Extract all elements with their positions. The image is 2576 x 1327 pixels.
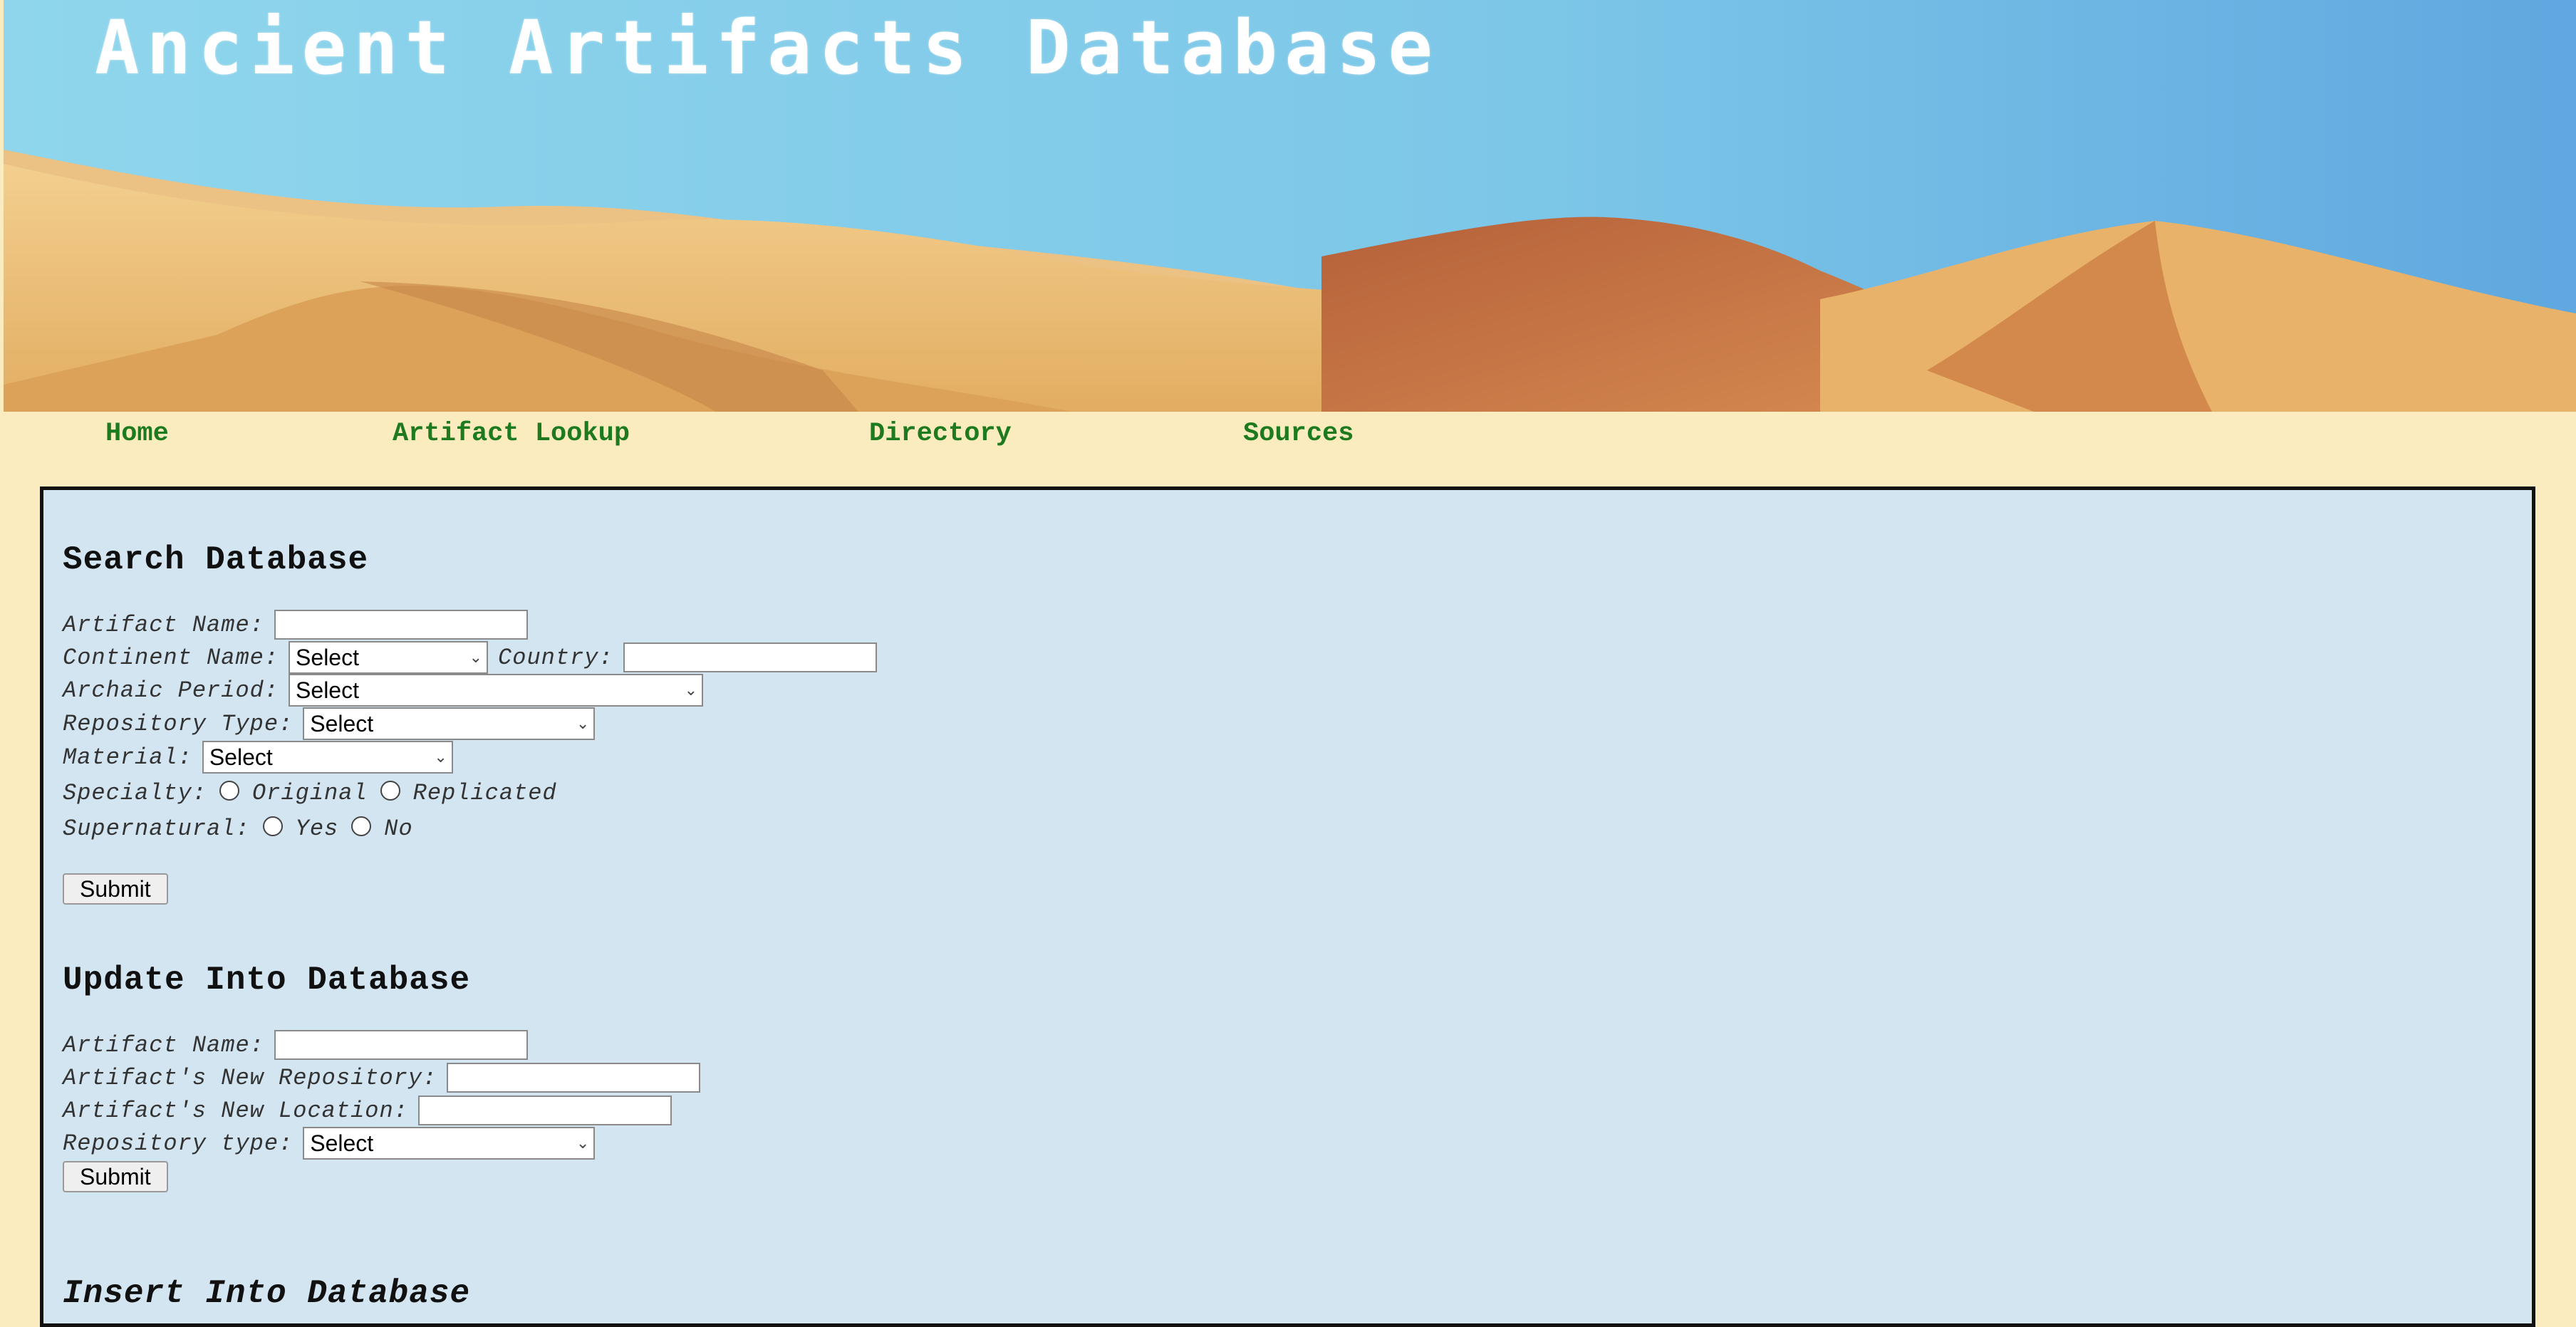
supernatural-label: Supernatural: [63,815,250,842]
specialty-label: Specialty: [63,779,207,806]
site-title: Ancient Artifacts Database [95,4,1440,91]
supernatural-no-radio[interactable] [351,816,372,836]
nav-home-link[interactable]: Home [105,419,169,449]
chevron-down-icon: ⌄ [684,681,698,699]
continent-select[interactable]: Select ⌄ [289,641,489,674]
new-location-input[interactable] [417,1096,672,1125]
repository-type-label: Repository Type: [63,710,294,737]
new-repository-input[interactable] [447,1063,701,1093]
specialty-replicated-label: Replicated [412,779,557,806]
chevron-down-icon: ⌄ [576,1134,590,1152]
search-artifact-name-input[interactable] [274,610,528,640]
country-input[interactable] [623,642,877,672]
supernatural-yes-radio[interactable] [262,816,283,836]
update-repository-type-select[interactable]: Select ⌄ [303,1127,596,1160]
update-repository-type-label: Repository type: [63,1130,294,1157]
chevron-down-icon: ⌄ [434,748,447,766]
supernatural-yes-label: Yes [295,815,339,842]
specialty-original-label: Original [252,779,368,806]
update-repository-type-select-value: Select [310,1130,374,1156]
archaic-period-label: Archaic Period: [63,677,279,704]
header-banner: Ancient Artifacts Database [4,0,2576,412]
main-nav: Home Artifact Lookup Directory Sources [0,412,2576,457]
chevron-down-icon: ⌄ [469,648,483,666]
update-new-repository-row: Artifact's New Repository: [63,1061,710,1094]
update-new-location-row: Artifact's New Location: [63,1094,682,1127]
update-artifact-name-row: Artifact Name: [63,1029,538,1061]
archaic-period-select[interactable]: Select ⌄ [289,674,704,707]
continent-select-value: Select [296,644,359,670]
continent-name-label: Continent Name: [63,644,279,671]
update-repo-type-row: Repository type: Select ⌄ [63,1127,605,1160]
artifact-name-label: Artifact Name: [63,611,264,638]
insert-section-title: Insert Into Database [63,1275,471,1312]
search-supernatural-row: Supernatural: Yes No [63,812,413,845]
new-repository-label: Artifact's New Repository: [63,1064,437,1091]
material-label: Material: [63,744,192,771]
country-label: Country: [498,644,613,671]
supernatural-no-label: No [384,815,413,842]
chevron-down-icon: ⌄ [576,714,590,732]
search-repo-type-row: Repository Type: Select ⌄ [63,707,605,740]
update-section-title: Update Into Database [63,962,471,999]
archaic-period-select-value: Select [296,677,359,703]
repository-type-select-value: Select [310,710,374,737]
search-material-row: Material: Select ⌄ [63,741,463,774]
repository-type-select[interactable]: Select ⌄ [303,707,596,740]
update-artifact-name-input[interactable] [274,1030,528,1060]
nav-sources-link[interactable]: Sources [1243,419,1354,449]
search-artifact-name-row: Artifact Name: [63,608,538,641]
nav-artifact-lookup-link[interactable]: Artifact Lookup [393,419,630,449]
specialty-original-radio[interactable] [219,781,240,801]
forms-panel: Search Database Artifact Name: Continent… [40,486,2535,1327]
search-period-row: Archaic Period: Select ⌄ [63,674,713,707]
specialty-replicated-radio[interactable] [380,781,400,801]
nav-directory-link[interactable]: Directory [869,419,1012,449]
new-location-label: Artifact's New Location: [63,1097,408,1124]
material-select-value: Select [209,744,273,770]
search-section-title: Search Database [63,541,369,578]
search-continent-row: Continent Name: Select ⌄ Country: [63,641,887,674]
search-submit-button[interactable]: Submit [63,873,168,905]
update-submit-button[interactable]: Submit [63,1161,168,1192]
update-artifact-name-label: Artifact Name: [63,1031,264,1058]
search-specialty-row: Specialty: Original Replicated [63,776,557,809]
material-select[interactable]: Select ⌄ [202,741,453,774]
